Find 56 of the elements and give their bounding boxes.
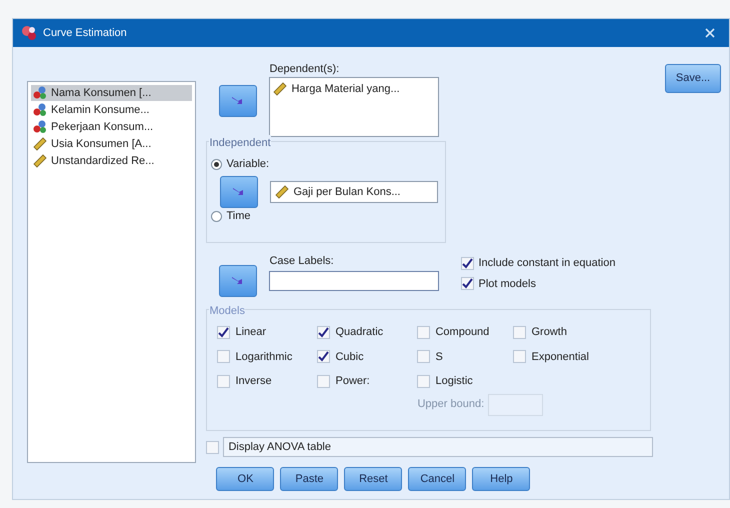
case-labels-label: Case Labels: bbox=[269, 254, 335, 269]
checkbox-label: Growth bbox=[531, 325, 567, 340]
group-title: Independent bbox=[209, 135, 271, 152]
ruler-icon bbox=[33, 154, 47, 168]
dialog-button[interactable]: Paste bbox=[280, 467, 338, 491]
app-icon bbox=[21, 25, 37, 41]
ruler-icon bbox=[33, 137, 47, 151]
nominal-variable-icon bbox=[33, 120, 47, 134]
checkbox-label: Quadratic bbox=[335, 325, 384, 340]
radio-label: Variable: bbox=[226, 156, 270, 172]
checkbox-label: Cubic bbox=[335, 350, 364, 364]
variable-item[interactable]: Unstandardized Re... bbox=[31, 153, 192, 169]
checkbox-label: Logarithmic bbox=[235, 350, 292, 364]
radio-label: Time bbox=[226, 208, 251, 224]
variable-item[interactable]: Kelamin Konsume... bbox=[31, 102, 192, 118]
nominal-variable-icon bbox=[33, 86, 47, 100]
checkbox-label: Power: bbox=[335, 374, 370, 389]
independent-field[interactable]: Gaji per Bulan Kons... bbox=[270, 181, 438, 203]
upper-bound-label: Upper bound: bbox=[417, 397, 484, 412]
radio-button[interactable] bbox=[211, 158, 222, 170]
checkbox-label: Include constant in equation bbox=[478, 256, 616, 271]
checkbox-label: Exponential bbox=[531, 350, 589, 364]
dependent-label: Dependent(s): bbox=[269, 62, 340, 77]
ruler-icon bbox=[275, 185, 290, 199]
anova-option[interactable]: Display ANOVA table bbox=[223, 437, 654, 457]
dependent-list[interactable]: Harga Material yang... bbox=[269, 77, 440, 137]
save-button[interactable]: Save... bbox=[665, 64, 721, 92]
dialog-button[interactable]: Cancel bbox=[408, 467, 466, 491]
variable-item[interactable]: Nama Konsumen [... bbox=[31, 85, 192, 101]
window-title: Curve Estimation bbox=[43, 26, 127, 41]
checkbox[interactable] bbox=[461, 277, 474, 290]
checkbox-label: Logistic bbox=[435, 374, 473, 389]
variable-list[interactable]: Nama Konsumen [... Kelamin Konsume... Pekerjaan Konsum... Usia Konsumen [A... Unstandardized Re... bbox=[27, 81, 196, 463]
checkbox[interactable] bbox=[317, 350, 330, 364]
dialog-button[interactable]: Help bbox=[472, 467, 530, 491]
checkbox-label: Inverse bbox=[235, 374, 272, 389]
move-arrow-button[interactable] bbox=[219, 85, 258, 117]
dialog-button[interactable]: OK bbox=[216, 467, 274, 491]
nominal-variable-icon bbox=[33, 103, 47, 117]
checkbox-label: Linear bbox=[235, 325, 266, 340]
ruler-icon bbox=[273, 82, 288, 96]
checkbox[interactable] bbox=[461, 256, 474, 270]
checkbox[interactable] bbox=[317, 326, 330, 339]
move-arrow-button[interactable] bbox=[220, 176, 258, 208]
checkbox-label: S bbox=[435, 350, 443, 364]
move-arrow-button[interactable] bbox=[219, 265, 258, 297]
close-icon bbox=[705, 28, 715, 38]
case-labels-field[interactable] bbox=[269, 271, 440, 291]
dialog-button[interactable]: Reset bbox=[344, 467, 402, 491]
dependent-item[interactable]: Harga Material yang... bbox=[273, 81, 436, 97]
checkbox-label: Compound bbox=[435, 325, 490, 340]
checkbox-label: Plot models bbox=[478, 276, 536, 292]
variable-item[interactable]: Usia Konsumen [A... bbox=[31, 136, 192, 152]
radio-button[interactable] bbox=[211, 210, 222, 222]
checkbox[interactable] bbox=[217, 326, 230, 339]
variable-item[interactable]: Pekerjaan Konsum... bbox=[31, 119, 192, 135]
